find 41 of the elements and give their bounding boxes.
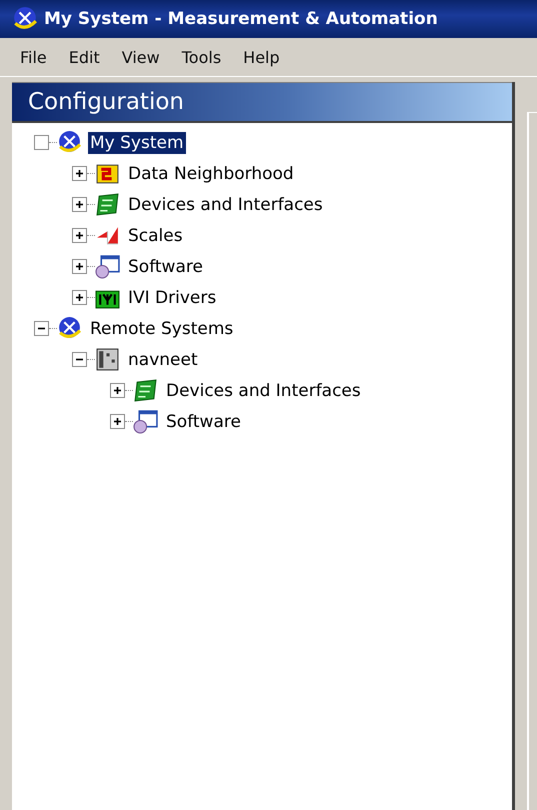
menu-item[interactable]: Help: [235, 46, 290, 68]
tree-item[interactable]: IVI Drivers: [126, 286, 218, 308]
tree-item[interactable]: Scales: [126, 224, 185, 246]
tree-item[interactable]: Software: [126, 256, 205, 278]
software-window-icon: [95, 254, 120, 279]
menu-item[interactable]: View: [114, 46, 170, 68]
window-title: My System - Measurement & Automation: [44, 9, 438, 29]
circuit-board-icon: [95, 192, 120, 217]
plus-icon: [73, 260, 86, 273]
plus-icon: [73, 198, 86, 211]
expand-button[interactable]: [72, 259, 87, 274]
chassis-icon: [95, 347, 120, 372]
tree-item[interactable]: Devices and Interfaces: [126, 194, 325, 216]
plus-icon: [73, 229, 86, 242]
circuit-board-icon: [133, 378, 158, 403]
tree-item[interactable]: Devices and Interfaces: [164, 380, 363, 402]
menu-item[interactable]: File: [12, 46, 57, 68]
software-window-icon: [133, 409, 158, 434]
tree-item[interactable]: Data Neighborhood: [126, 162, 296, 184]
expand-button[interactable]: [72, 197, 87, 212]
menu-item[interactable]: Edit: [60, 46, 110, 68]
expand-button[interactable]: [110, 414, 125, 429]
globe-icon: [12, 6, 38, 32]
tree-item[interactable]: My System: [88, 132, 186, 154]
expand-button[interactable]: [72, 290, 87, 305]
menu-item[interactable]: Tools: [174, 46, 232, 68]
plus-icon: [73, 167, 86, 180]
expand-button[interactable]: [110, 383, 125, 398]
tree-item[interactable]: Software: [164, 410, 243, 432]
expand-button[interactable]: [72, 228, 87, 243]
expand-button[interactable]: [72, 166, 87, 181]
panel-title: Configuration: [28, 89, 184, 115]
globe-icon: [57, 130, 82, 155]
collapse-button[interactable]: [34, 321, 49, 336]
collapse-button[interactable]: [72, 352, 87, 367]
tree-item[interactable]: navneet: [126, 348, 200, 370]
globe-icon: [57, 316, 82, 341]
plus-icon: [111, 384, 124, 397]
plus-icon: [111, 415, 124, 428]
tree-item[interactable]: Remote Systems: [88, 318, 236, 340]
plus-icon: [73, 291, 86, 304]
